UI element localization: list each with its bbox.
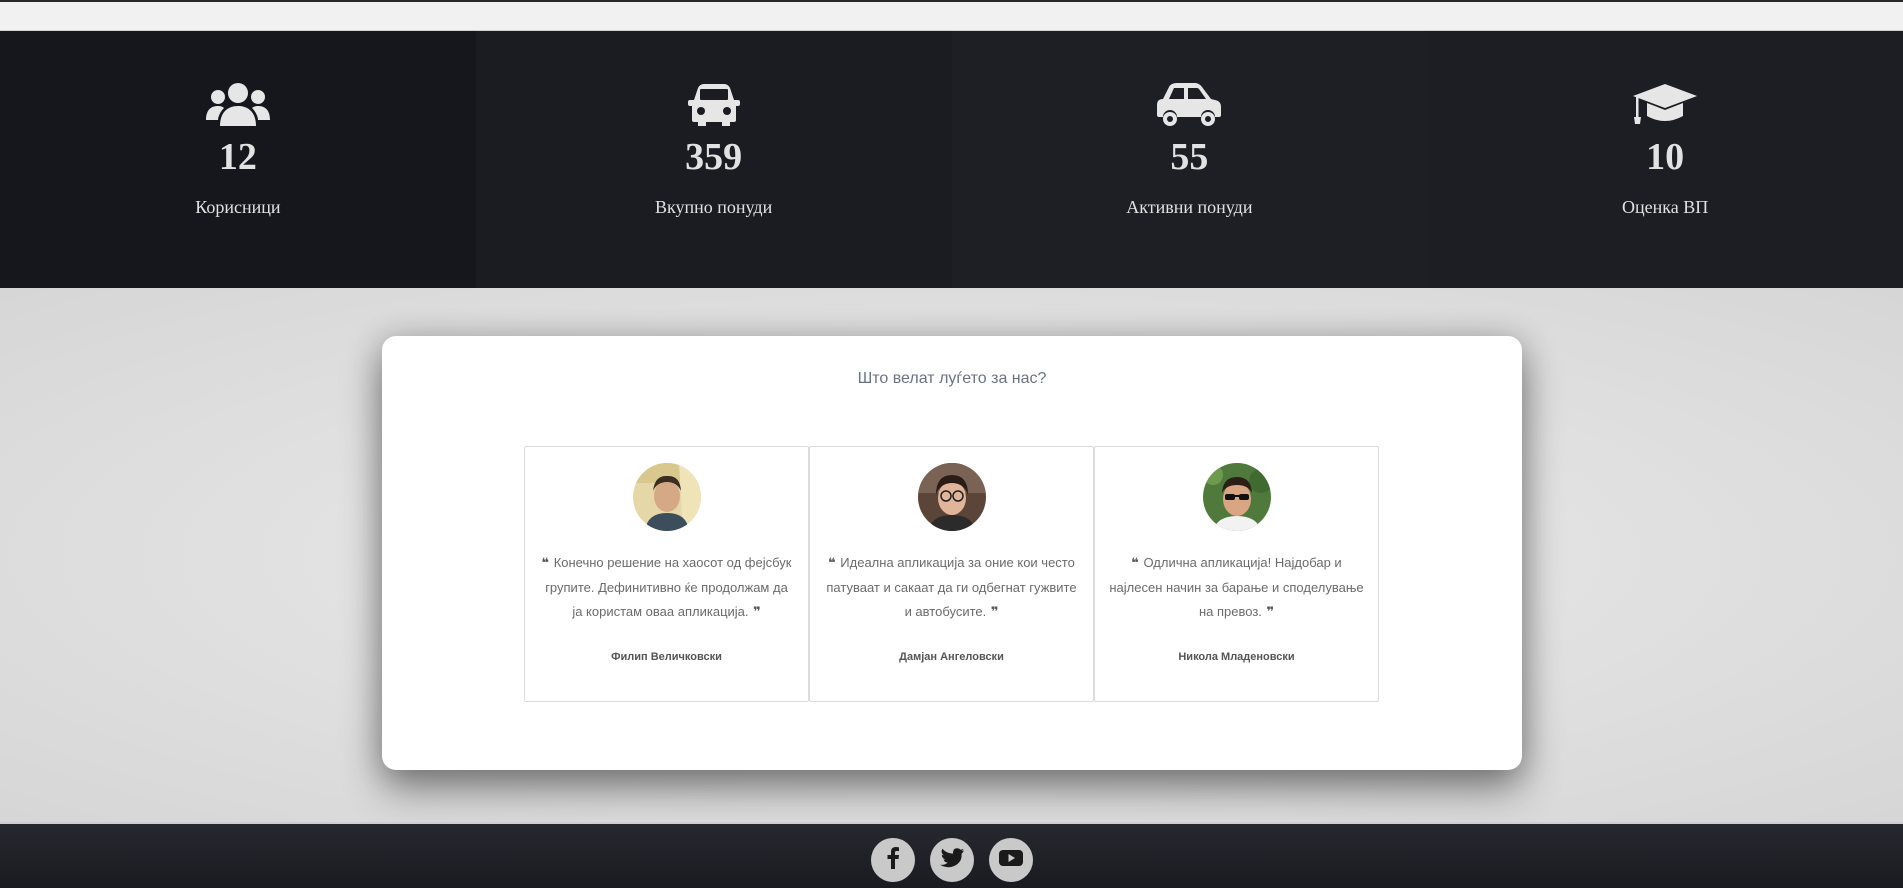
avatar: [917, 463, 986, 531]
stat-label: Корисници: [195, 197, 281, 217]
testimonial-card: ❝ Одлична апликација! Најдобар и најлесе…: [1094, 446, 1379, 702]
testimonial-text: Одлична апликација! Најдобар и најлесен …: [1109, 555, 1364, 619]
users-icon: [205, 81, 270, 129]
footer: [0, 822, 1903, 888]
car-side-icon: [1157, 81, 1222, 129]
twitter-link[interactable]: [929, 838, 974, 882]
quote-right-icon: ❞: [1261, 605, 1275, 620]
testimonial-card: ❝ Идеална апликација за оние кои често п…: [809, 446, 1094, 702]
stat-label: Активни понуди: [1126, 197, 1253, 217]
youtube-link[interactable]: [988, 838, 1033, 882]
testimonial-text: Идеална апликација за оние кои често пат…: [826, 555, 1077, 619]
quote-left-icon: ❝: [828, 556, 841, 571]
stat-total-offers: 359 Вкупно понуди: [475, 31, 952, 288]
youtube-icon: [998, 849, 1023, 872]
stat-label: Оценка ВП: [1622, 197, 1709, 217]
stat-value: 359: [685, 136, 743, 178]
stats-section: 12 Корисници 359 Вкупно понуди 55 Активн…: [0, 31, 1903, 288]
twitter-icon: [939, 847, 964, 873]
quote-left-icon: ❝: [541, 556, 554, 571]
stat-label: Вкупно понуди: [655, 197, 773, 217]
testimonials-list: ❝ Конечно решение на хаосот од фејсбук г…: [524, 446, 1379, 702]
quote-right-icon: ❞: [986, 605, 999, 620]
testimonial-quote: ❝ Одлична апликација! Најдобар и најлесе…: [1109, 551, 1364, 625]
avatar: [632, 463, 701, 531]
testimonial-quote: ❝ Идеална апликација за оние кои често п…: [824, 551, 1079, 625]
quote-left-icon: ❝: [1131, 556, 1144, 571]
top-bar: [0, 0, 1903, 31]
quote-right-icon: ❞: [748, 605, 761, 620]
stat-rating: 10 Оценка ВП: [1427, 31, 1903, 288]
facebook-link[interactable]: [870, 838, 915, 882]
stat-value: 12: [218, 136, 257, 178]
graduation-cap-icon: [1633, 81, 1698, 129]
testimonials-section: Што велат луѓето за нас? ❝ Конечно решен…: [0, 288, 1903, 822]
avatar: [1202, 463, 1271, 531]
stat-active-offers: 55 Активни понуди: [951, 31, 1428, 288]
testimonials-title: Што велат луѓето за нас?: [857, 370, 1047, 387]
facebook-icon: [883, 846, 903, 874]
stat-value: 55: [1170, 136, 1209, 178]
testimonial-author: Дамјан Ангеловски: [899, 651, 1004, 663]
testimonial-card: ❝ Конечно решение на хаосот од фејсбук г…: [524, 446, 809, 702]
stat-value: 10: [1646, 136, 1685, 178]
testimonial-quote: ❝ Конечно решение на хаосот од фејсбук г…: [539, 551, 794, 625]
testimonials-card: Што велат луѓето за нас? ❝ Конечно решен…: [382, 336, 1522, 770]
stat-users: 12 Корисници: [0, 31, 476, 288]
car-front-icon: [687, 81, 740, 129]
testimonial-author: Никола Младеновски: [1178, 651, 1295, 663]
testimonial-author: Филип Величковски: [611, 651, 722, 663]
